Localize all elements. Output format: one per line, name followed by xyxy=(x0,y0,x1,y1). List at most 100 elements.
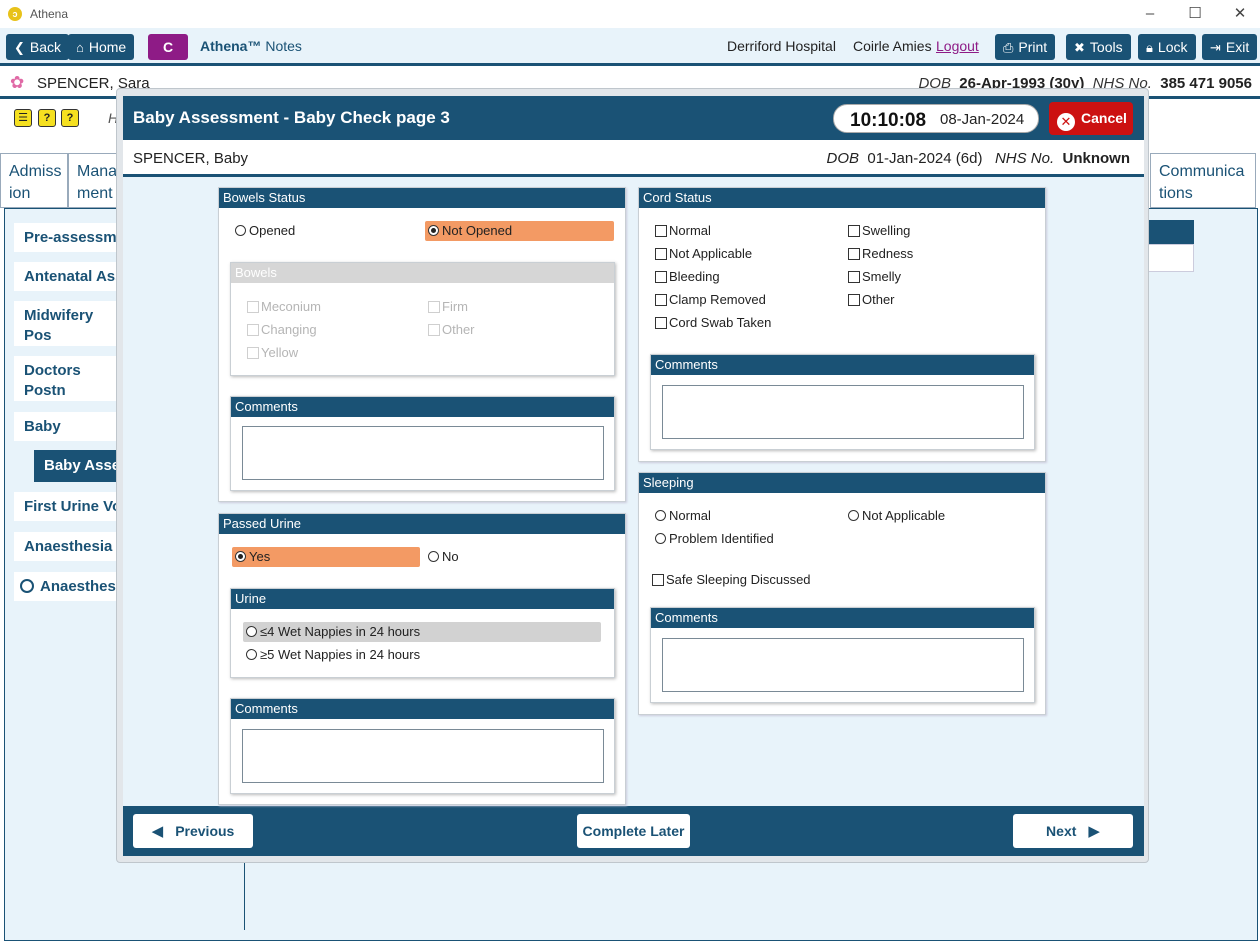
hospital-name: Derriford Hospital xyxy=(727,38,836,54)
alert-list-icon[interactable]: ☰ xyxy=(14,109,32,127)
passed-urine-panel: Passed Urine Yes No Urine ≤4 Wet Nappies… xyxy=(218,513,626,805)
urine-le4-radio[interactable]: ≤4 Wet Nappies in 24 hours xyxy=(243,622,601,642)
cord-other-checkbox[interactable]: Other xyxy=(845,290,895,310)
clock-time: 10:10:08 xyxy=(850,110,927,131)
sleeping-problem-radio[interactable]: Problem Identified xyxy=(652,529,774,549)
arrow-right-icon: ▶ xyxy=(1088,823,1100,840)
cord-clamp-removed-checkbox[interactable]: Clamp Removed xyxy=(652,290,766,310)
urine-no-radio[interactable]: No xyxy=(425,547,459,567)
maximize-icon[interactable]: ☐ xyxy=(1184,4,1206,24)
urine-ge5-radio[interactable]: ≥5 Wet Nappies in 24 hours xyxy=(243,645,420,665)
baby-details: DOB 01-Jan-2024 (6d) NHS No. Unknown xyxy=(826,150,1130,167)
sleeping-comments-input[interactable] xyxy=(662,638,1024,692)
home-button[interactable]: ⌂ Home xyxy=(68,34,135,60)
clock-display: 10:10:08 08-Jan-2024 xyxy=(833,104,1039,133)
main-toolbar: ❮ Back ⌂ Home C Athena™ Notes Derriford Ho… xyxy=(0,28,1260,66)
cord-status-header: Cord Status xyxy=(639,188,1045,208)
urine-yes-radio[interactable]: Yes xyxy=(232,547,420,567)
dialog-title: Baby Assessment - Baby Check page 3 xyxy=(133,108,450,127)
cord-comments-panel: Comments xyxy=(650,354,1035,450)
lock-icon: 🔒︎ xyxy=(1146,40,1153,55)
dialog-footer: ◀ Previous Complete Later Next ▶ xyxy=(123,806,1144,856)
back-button[interactable]: ❮ Back xyxy=(6,34,70,60)
sleeping-header: Sleeping xyxy=(639,473,1045,493)
bowels-other-checkbox[interactable]: Other xyxy=(425,320,475,340)
printer-icon: ⎙ xyxy=(1003,40,1014,55)
previous-button[interactable]: ◀ Previous xyxy=(133,814,253,848)
tools-icon: ✖ xyxy=(1074,40,1085,55)
urine-comments-input[interactable] xyxy=(242,729,604,783)
bowels-comments-panel: Comments xyxy=(230,396,615,491)
bowels-subpanel: Bowels Meconium Firm Changing Other Yell… xyxy=(230,262,615,376)
urine-subpanel: Urine ≤4 Wet Nappies in 24 hours ≥5 Wet … xyxy=(230,588,615,678)
nav-item-antenatal[interactable]: Antenatal Ass xyxy=(14,262,124,291)
chevron-left-icon: ❮ xyxy=(14,40,25,55)
window-title: Athena xyxy=(30,7,69,21)
user-name: Coirle Amies xyxy=(853,38,932,54)
clock-date: 08-Jan-2024 xyxy=(940,111,1025,128)
urine-comments-header: Comments xyxy=(231,699,614,719)
yellow-checkbox[interactable]: Yellow xyxy=(244,343,298,363)
cord-swelling-checkbox[interactable]: Swelling xyxy=(845,221,910,241)
circle-icon xyxy=(20,579,34,593)
bowels-comments-input[interactable] xyxy=(242,426,604,480)
bowels-comments-header: Comments xyxy=(231,397,614,417)
nav-item-anaesthesia[interactable]: Anaesthesia xyxy=(14,572,124,601)
firm-checkbox[interactable]: Firm xyxy=(425,297,468,317)
nav-item-baby-assessment[interactable]: Baby Assess xyxy=(34,450,124,482)
cord-not-applicable-checkbox[interactable]: Not Applicable xyxy=(652,244,752,264)
tools-button[interactable]: ✖ Tools xyxy=(1066,34,1131,60)
changing-checkbox[interactable]: Changing xyxy=(244,320,317,340)
bowels-subheader: Bowels xyxy=(231,263,614,283)
bowels-opened-radio[interactable]: Opened xyxy=(232,221,295,241)
minimize-icon[interactable]: – xyxy=(1139,4,1161,24)
cord-smelly-checkbox[interactable]: Smelly xyxy=(845,267,901,287)
bowels-status-panel: Bowels Status Opened Not Opened Bowels M… xyxy=(218,187,626,502)
nav-item-pre-assessment[interactable]: Pre-assessmen xyxy=(14,223,124,252)
baby-name: SPENCER, Baby xyxy=(133,150,249,167)
window-title-bar: ↄ Athena – ☐ ✕ xyxy=(0,0,1260,28)
safe-sleeping-checkbox[interactable]: Safe Sleeping Discussed xyxy=(649,570,811,590)
nav-item-anaesthesia-in[interactable]: Anaesthesia In xyxy=(14,532,124,561)
lock-button[interactable]: 🔒︎ Lock xyxy=(1138,34,1196,60)
cancel-button[interactable]: ✕ Cancel xyxy=(1049,102,1133,135)
sleeping-not-applicable-radio[interactable]: Not Applicable xyxy=(845,506,945,526)
logout-link[interactable]: Logout xyxy=(936,38,979,54)
close-circle-icon: ✕ xyxy=(1057,113,1075,131)
tab-admission[interactable]: Admiss ion xyxy=(0,153,68,208)
app-name: Athena™ Notes xyxy=(200,38,302,54)
c-badge-button[interactable]: C xyxy=(148,34,188,60)
flower-icon: ✿ xyxy=(10,73,25,92)
cord-normal-checkbox[interactable]: Normal xyxy=(652,221,711,241)
tab-management[interactable]: Mana ment xyxy=(68,153,122,208)
cord-redness-checkbox[interactable]: Redness xyxy=(845,244,913,264)
nav-item-baby[interactable]: Baby xyxy=(14,412,124,441)
nav-item-midwifery-postnatal[interactable]: Midwifery Pos Assessments xyxy=(14,301,124,346)
tab-communications[interactable]: Communica tions xyxy=(1150,153,1256,208)
cord-bleeding-checkbox[interactable]: Bleeding xyxy=(652,267,720,287)
complete-later-button[interactable]: Complete Later xyxy=(577,814,690,848)
help-icon[interactable]: ? xyxy=(38,109,56,127)
cord-comments-input[interactable] xyxy=(662,385,1024,439)
close-icon[interactable]: ✕ xyxy=(1229,4,1251,24)
nav-item-doctors-postnatal[interactable]: Doctors Postn Assessments xyxy=(14,356,124,401)
exit-button[interactable]: ⇥ Exit xyxy=(1202,34,1258,60)
bowels-status-header: Bowels Status xyxy=(219,188,625,208)
cord-comments-header: Comments xyxy=(651,355,1034,375)
next-button[interactable]: Next ▶ xyxy=(1013,814,1133,848)
athena-logo-icon: ↄ xyxy=(8,7,22,21)
arrow-left-icon: ◀ xyxy=(151,823,164,840)
help-icon-2[interactable]: ? xyxy=(61,109,79,127)
home-icon: ⌂ xyxy=(76,40,84,55)
nav-item-first-urine[interactable]: First Urine Voi xyxy=(14,492,124,521)
meconium-checkbox[interactable]: Meconium xyxy=(244,297,321,317)
cord-swab-taken-checkbox[interactable]: Cord Swab Taken xyxy=(652,313,771,333)
divider-line xyxy=(244,860,245,930)
print-button[interactable]: ⎙ Print xyxy=(995,34,1056,60)
sleeping-normal-radio[interactable]: Normal xyxy=(652,506,711,526)
urine-subheader: Urine xyxy=(231,589,614,609)
cord-status-panel: Cord Status Normal Not Applicable Bleedi… xyxy=(638,187,1046,462)
baby-banner: SPENCER, Baby DOB 01-Jan-2024 (6d) NHS N… xyxy=(123,140,1144,177)
sleeping-panel: Sleeping Normal Not Applicable Problem I… xyxy=(638,472,1046,715)
bowels-not-opened-radio[interactable]: Not Opened xyxy=(425,221,614,241)
